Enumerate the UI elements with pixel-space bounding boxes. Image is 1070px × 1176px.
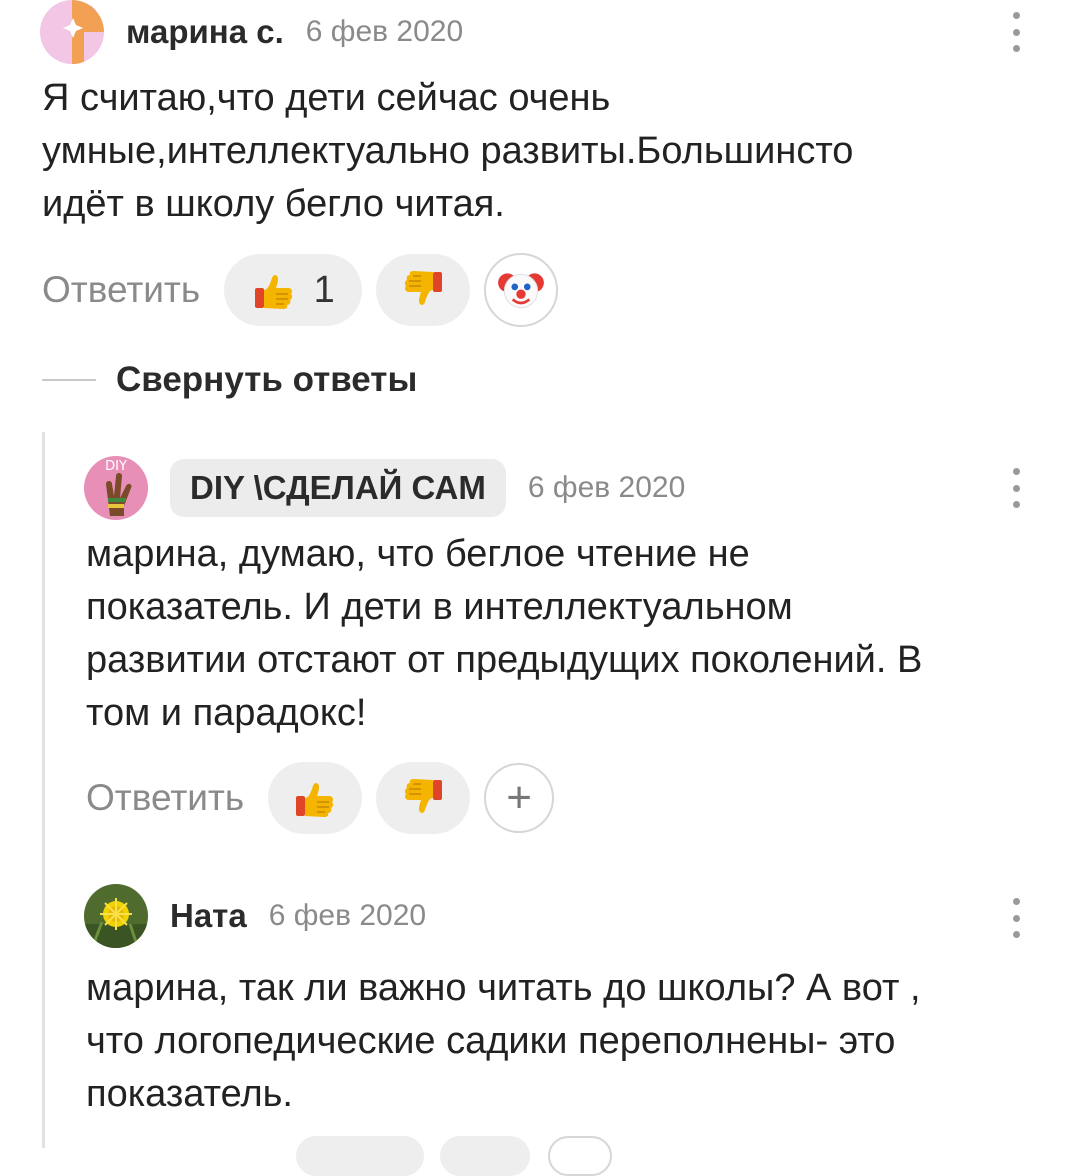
author-name[interactable]: Ната <box>170 897 247 935</box>
avatar[interactable]: DIY <box>84 456 148 520</box>
comment-date: 6 фев 2020 <box>305 15 464 48</box>
thumbs-up-icon <box>296 783 334 817</box>
thread-line <box>42 432 45 1148</box>
comment-actions: Ответить 1 <box>42 252 559 328</box>
comment-text: марина, думаю, что беглое чтение не пока… <box>86 533 923 734</box>
add-reaction-button[interactable] <box>548 1136 612 1176</box>
collapse-replies-button[interactable]: Свернуть ответы <box>42 360 417 400</box>
comment-actions: Ответить + <box>86 760 555 836</box>
thumbs-up-icon <box>254 275 292 309</box>
comment-header: DIY DIY \СДЕЛАЙ САМ 6 фев 2020 <box>84 456 685 520</box>
dislike-button[interactable] <box>376 762 471 834</box>
author-name[interactable]: марина с. <box>126 13 284 51</box>
avatar[interactable] <box>40 0 104 64</box>
comment-header: марина с. 6 фев 2020 <box>40 0 463 64</box>
more-vertical-icon[interactable] <box>1006 12 1026 52</box>
clown-face-icon[interactable] <box>484 253 559 327</box>
comment-text: Я считаю,что дети сейчас очень умные,инт… <box>42 77 854 225</box>
thumbs-down-icon <box>405 779 443 813</box>
dislike-button[interactable] <box>376 254 471 326</box>
more-vertical-icon[interactable] <box>1006 898 1026 938</box>
avatar-image <box>84 884 148 948</box>
like-count: 1 <box>313 268 335 311</box>
add-reaction-button[interactable]: + <box>484 763 555 833</box>
author-name[interactable]: DIY \СДЕЛАЙ САМ <box>170 459 506 517</box>
reply-button[interactable]: Ответить <box>86 777 244 819</box>
more-vertical-icon[interactable] <box>1006 468 1026 508</box>
comment-text: марина, так ли важно читать до школы? А … <box>86 967 921 1115</box>
collapse-line <box>42 379 96 381</box>
avatar-image <box>40 0 104 64</box>
comment-date: 6 фев 2020 <box>268 899 427 932</box>
clown-face-graphic <box>498 273 545 309</box>
reply-button[interactable]: Ответить <box>42 269 200 311</box>
comment-date: 6 фев 2020 <box>527 471 686 504</box>
comment-header: Ната 6 фев 2020 <box>84 884 426 948</box>
thumbs-down-icon <box>405 271 443 305</box>
collapse-replies-label: Свернуть ответы <box>116 360 418 399</box>
like-button[interactable] <box>268 762 363 834</box>
plus-icon: + <box>506 773 532 822</box>
avatar-image: DIY <box>84 456 148 520</box>
avatar[interactable] <box>84 884 148 948</box>
like-button[interactable]: 1 <box>224 254 363 326</box>
avatar-label: DIY <box>105 459 127 474</box>
dislike-button[interactable] <box>440 1136 530 1176</box>
like-button[interactable] <box>296 1136 424 1176</box>
